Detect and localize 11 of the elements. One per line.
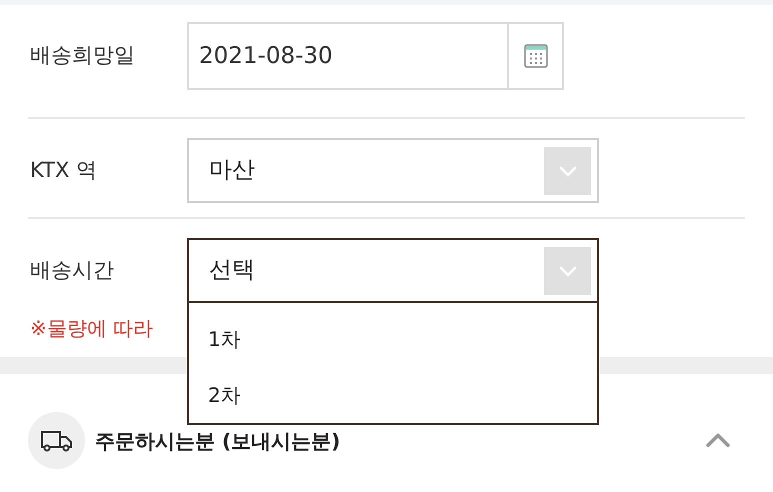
field-label: KTX 역: [30, 156, 98, 184]
field-label: 배송시간: [30, 256, 115, 284]
calendar-button[interactable]: [509, 22, 564, 90]
notice-text: ※물량에 따라: [30, 315, 154, 342]
truck-icon: [40, 428, 74, 452]
dropdown-option[interactable]: 1차: [189, 311, 597, 367]
select-field[interactable]: 마산: [187, 138, 599, 203]
section-title: 주문하시는분 (보내시는분): [95, 428, 342, 454]
calendar-icon: [524, 43, 548, 69]
field-label: 배송희망일: [30, 42, 136, 70]
date-field[interactable]: 2021-08-30: [187, 22, 509, 90]
